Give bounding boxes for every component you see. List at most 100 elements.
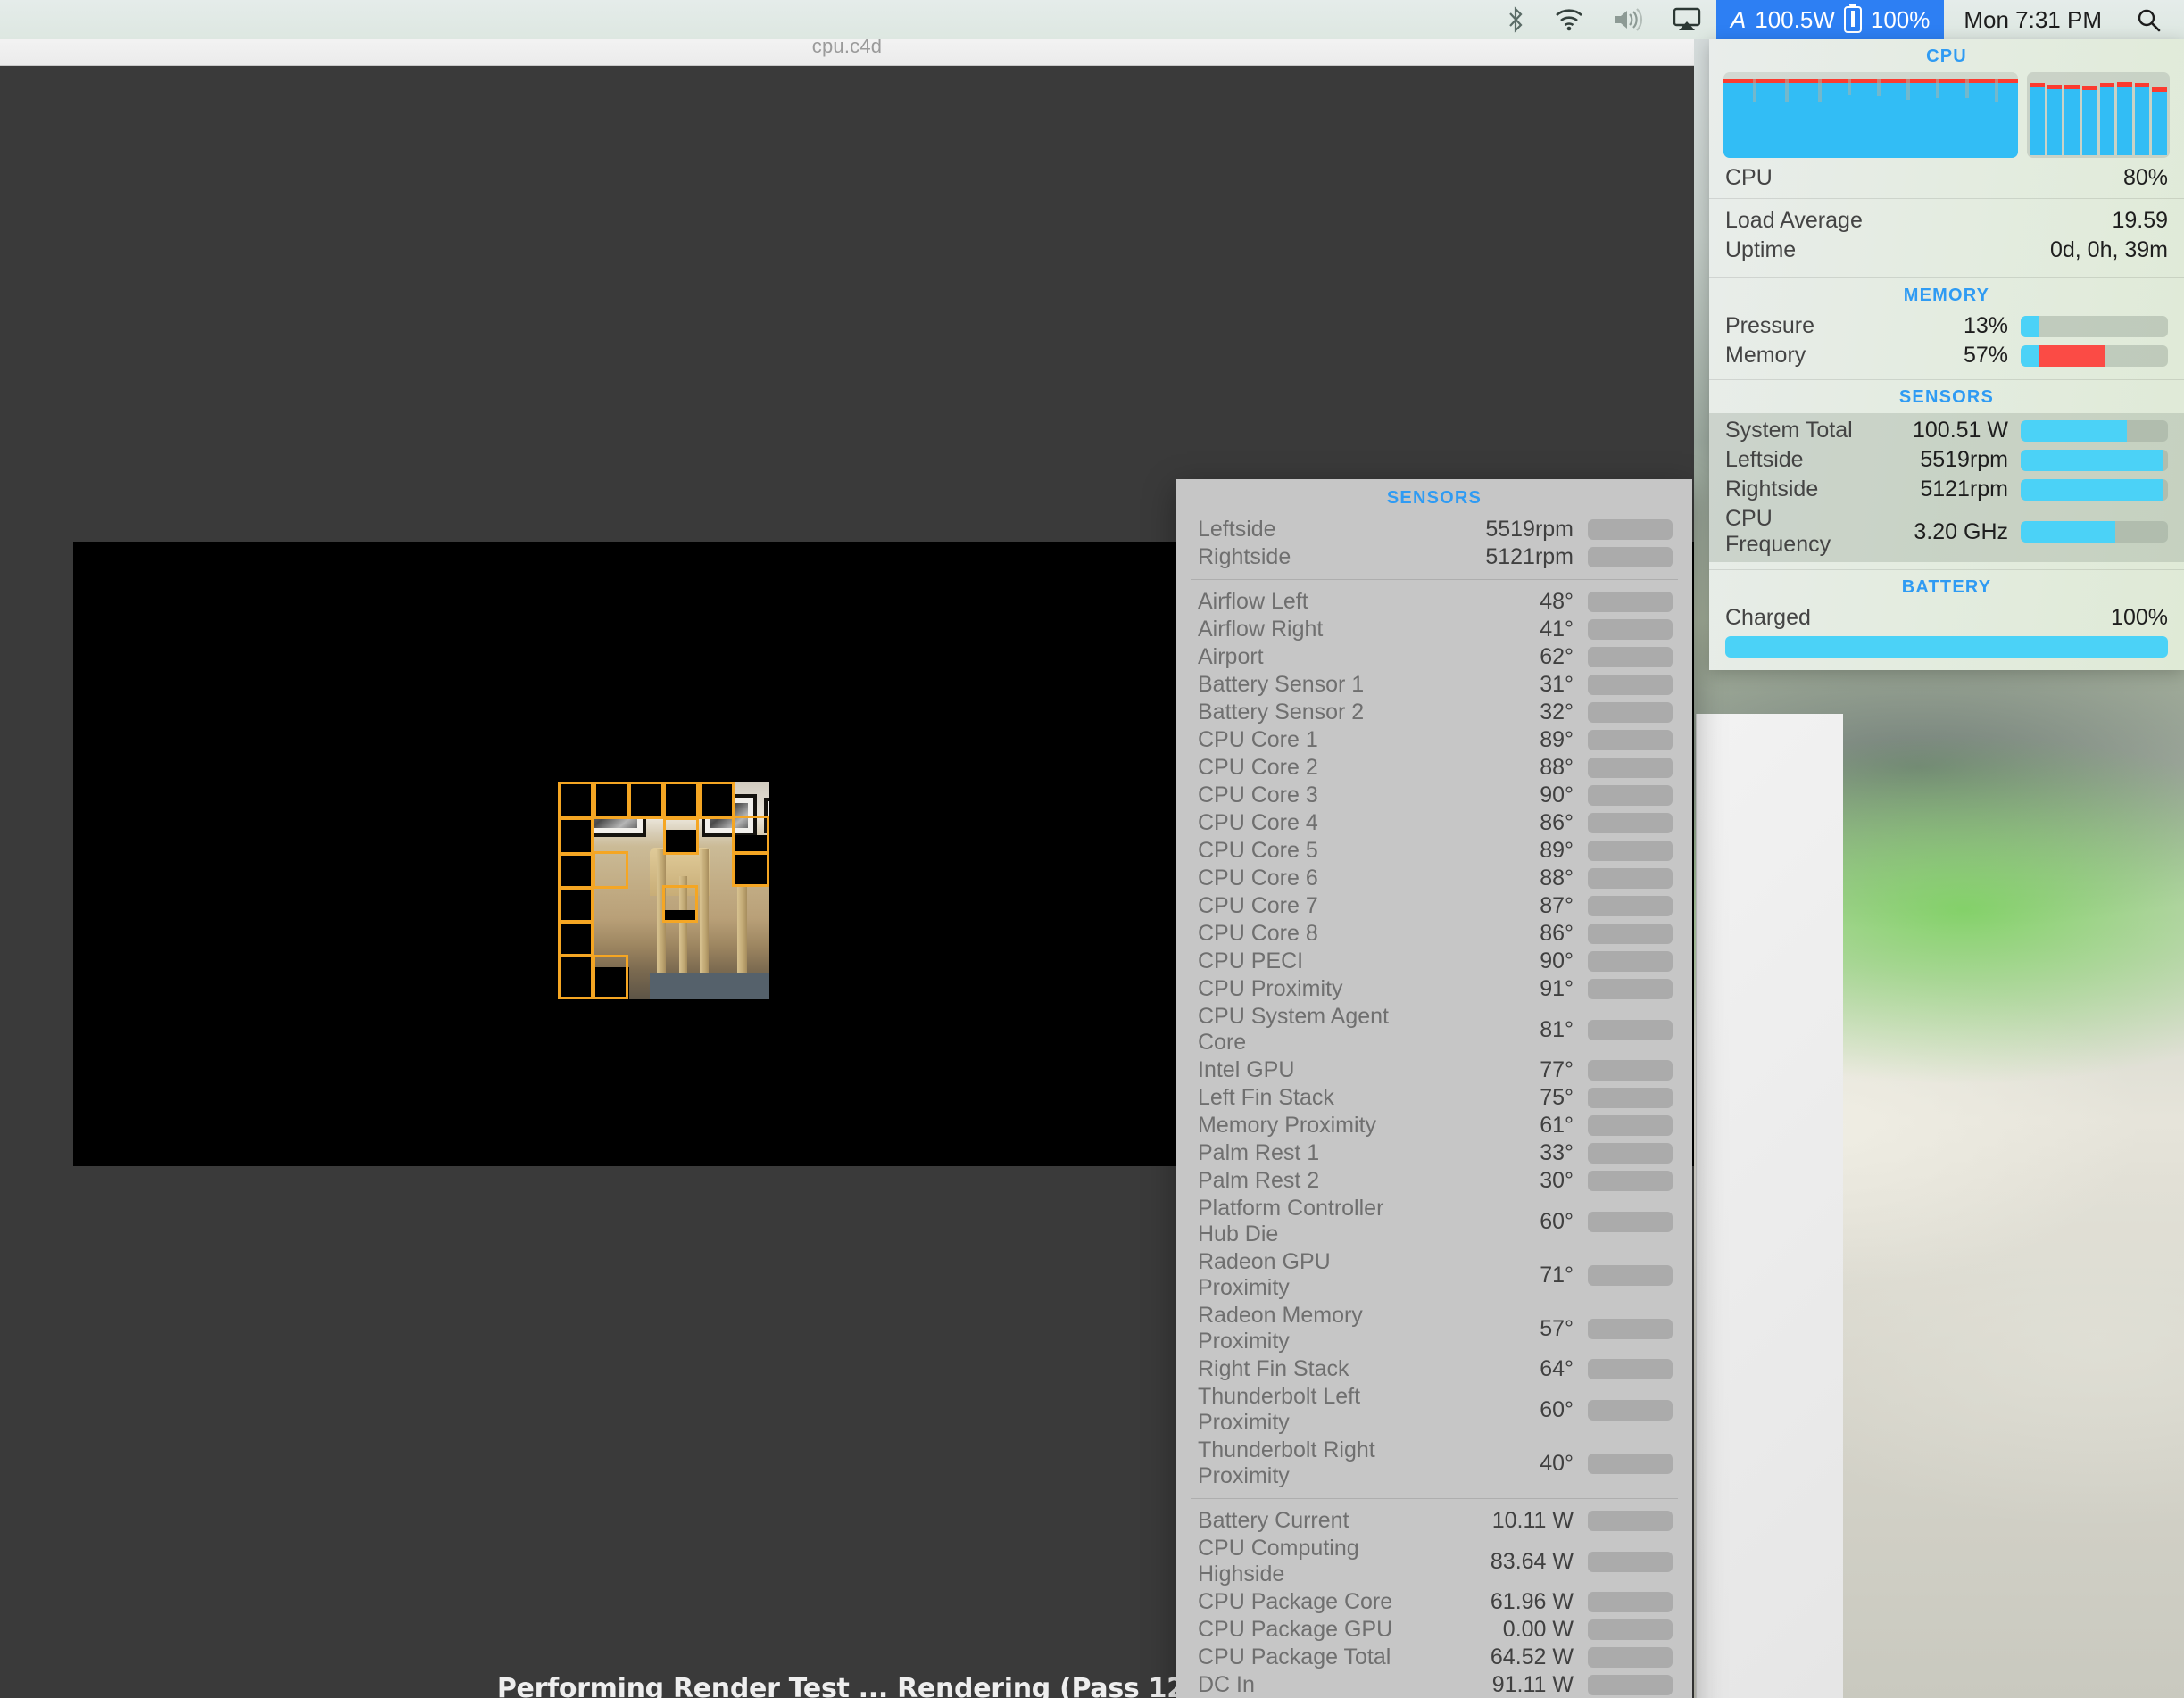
cpu-usage-row: CPU 80%: [1709, 163, 2184, 193]
sensor-label: CPU Package GPU: [1198, 1617, 1400, 1643]
power-row[interactable]: CPU Computing Highside83.64 W: [1176, 1535, 1692, 1588]
sensor-label: CPU Core 2: [1198, 755, 1400, 781]
load-average-value: 19.59: [2112, 208, 2168, 234]
sensor-value: 91°: [1400, 976, 1588, 1002]
temperature-row[interactable]: Right Fin Stack64°: [1176, 1355, 1692, 1383]
dropdown-sensors-block[interactable]: System Total 100.51 W Leftside 5519rpm R…: [1709, 413, 2184, 562]
sensor-bar: [1588, 1619, 1673, 1640]
sensor-value: 0.00 W: [1400, 1617, 1588, 1643]
temperature-row[interactable]: CPU Proximity91°: [1176, 975, 1692, 1003]
dropdown-sensor-row[interactable]: System Total 100.51 W: [1709, 416, 2184, 445]
istat-menubar-extra[interactable]: A 100.5W 100%: [1716, 0, 1944, 39]
istat-sensors-window[interactable]: SENSORS Leftside5519rpmRightside5121rpm …: [1176, 479, 1692, 1698]
bluetooth-icon[interactable]: [1491, 0, 1540, 39]
render-preview-image: [543, 760, 778, 999]
sensor-label: CPU Package Total: [1198, 1644, 1400, 1670]
scene-floor-shadow: [650, 973, 775, 999]
temperature-row[interactable]: Radeon GPU Proximity71°: [1176, 1248, 1692, 1302]
temperature-row[interactable]: CPU Core 486°: [1176, 809, 1692, 837]
render-bucket: [663, 817, 699, 855]
memory-pressure-label: Pressure: [1725, 313, 1860, 339]
temperature-row[interactable]: CPU PECI90°: [1176, 948, 1692, 975]
temperature-row[interactable]: Platform Controller Hub Die60°: [1176, 1195, 1692, 1248]
power-row[interactable]: Battery Current10.11 W: [1176, 1507, 1692, 1535]
temperature-row[interactable]: Battery Sensor 232°: [1176, 699, 1692, 726]
temperature-row[interactable]: Battery Sensor 131°: [1176, 671, 1692, 699]
dropdown-sensor-row[interactable]: Rightside 5121rpm: [1709, 475, 2184, 504]
temperature-row[interactable]: Intel GPU77°: [1176, 1056, 1692, 1084]
sensor-value: 5519rpm: [1400, 517, 1588, 543]
temperature-row[interactable]: CPU Core 688°: [1176, 865, 1692, 892]
sensor-bar: [1588, 1359, 1673, 1379]
dropdown-sensor-row[interactable]: Leftside 5519rpm: [1709, 445, 2184, 475]
wifi-icon[interactable]: [1540, 0, 1599, 39]
temperature-rows: Airflow Left48°Airflow Right41°Airport62…: [1176, 588, 1692, 1490]
sensor-bar: [1588, 841, 1673, 861]
sensor-label: CPU Core 5: [1198, 838, 1400, 864]
sensor-label: Platform Controller Hub Die: [1198, 1196, 1400, 1247]
render-bucket: [699, 782, 735, 819]
temperature-row[interactable]: Airflow Left48°: [1176, 588, 1692, 616]
memory-pressure-bar: [2021, 316, 2168, 337]
sensor-label: CPU System Agent Core: [1198, 1004, 1400, 1056]
sensor-bar: [1588, 619, 1673, 640]
menubar-clock[interactable]: Mon 7:31 PM: [1944, 6, 2122, 34]
render-bucket: [593, 851, 628, 889]
temperature-row[interactable]: Palm Rest 133°: [1176, 1139, 1692, 1167]
sensor-bar: [2021, 479, 2168, 501]
temperature-row[interactable]: Thunderbolt Left Proximity60°: [1176, 1383, 1692, 1437]
sensor-value: 30°: [1400, 1168, 1588, 1194]
sensor-value: 77°: [1400, 1057, 1588, 1083]
sensors-section-heading: SENSORS: [1709, 380, 2184, 413]
temperature-row[interactable]: CPU Core 189°: [1176, 726, 1692, 754]
power-row[interactable]: CPU Package GPU0.00 W: [1176, 1616, 1692, 1644]
fan-row[interactable]: Rightside5121rpm: [1176, 543, 1692, 571]
sensor-label: DC In: [1198, 1672, 1400, 1698]
sensor-bar: [1588, 1552, 1673, 1572]
cpu-usage-label: CPU: [1725, 165, 2123, 191]
temperature-row[interactable]: Thunderbolt Right Proximity40°: [1176, 1437, 1692, 1490]
sensor-value: 81°: [1400, 1017, 1588, 1043]
sensor-label: CPU Frequency: [1725, 506, 1860, 558]
power-row[interactable]: DC In91.11 W: [1176, 1671, 1692, 1698]
power-row[interactable]: CPU Package Total64.52 W: [1176, 1644, 1692, 1671]
search-icon[interactable]: [2122, 0, 2184, 39]
volume-icon[interactable]: [1599, 0, 1657, 39]
temperature-row[interactable]: CPU Core 886°: [1176, 920, 1692, 948]
sensor-label: CPU Core 6: [1198, 866, 1400, 891]
sensor-value: 88°: [1400, 866, 1588, 891]
temperature-row[interactable]: Palm Rest 230°: [1176, 1167, 1692, 1195]
sensor-label: Rightside: [1198, 544, 1400, 570]
temperature-row[interactable]: Left Fin Stack75°: [1176, 1084, 1692, 1112]
sensor-label: Leftside: [1198, 517, 1400, 543]
temperature-row[interactable]: CPU Core 589°: [1176, 837, 1692, 865]
sensor-value: 89°: [1400, 838, 1588, 864]
temperature-row[interactable]: CPU Core 288°: [1176, 754, 1692, 782]
temperature-row[interactable]: Radeon Memory Proximity57°: [1176, 1302, 1692, 1355]
temperature-row[interactable]: Airflow Right41°: [1176, 616, 1692, 643]
sensors-window-heading: SENSORS: [1176, 479, 1692, 516]
sensor-value: 57°: [1400, 1316, 1588, 1342]
render-bucket: [558, 955, 594, 999]
sensor-label: Left Fin Stack: [1198, 1085, 1400, 1111]
temperature-row[interactable]: Memory Proximity61°: [1176, 1112, 1692, 1139]
power-rows: Battery Current10.11 WCPU Computing High…: [1176, 1507, 1692, 1698]
memory-usage-label: Memory: [1725, 343, 1860, 369]
sensor-value: 3.20 GHz: [1860, 519, 2021, 545]
sensor-value: 41°: [1400, 617, 1588, 642]
sensor-label: Battery Current: [1198, 1508, 1400, 1534]
sensor-value: 5121rpm: [1860, 476, 2021, 502]
divider: [1191, 1498, 1678, 1499]
sensor-label: CPU Core 1: [1198, 727, 1400, 753]
temperature-row[interactable]: CPU System Agent Core81°: [1176, 1003, 1692, 1056]
airplay-icon[interactable]: [1657, 0, 1716, 39]
power-row[interactable]: CPU Package Core61.96 W: [1176, 1588, 1692, 1616]
dropdown-sensor-row[interactable]: CPU Frequency 3.20 GHz: [1709, 504, 2184, 559]
sensor-bar: [1588, 1400, 1673, 1421]
temperature-row[interactable]: CPU Core 787°: [1176, 892, 1692, 920]
fan-row[interactable]: Leftside5519rpm: [1176, 516, 1692, 543]
istat-menus-dropdown[interactable]: CPU CPU 80% Load Ave: [1709, 39, 2184, 670]
memory-usage-value: 57%: [1860, 343, 2021, 369]
temperature-row[interactable]: Airport62°: [1176, 643, 1692, 671]
temperature-row[interactable]: CPU Core 390°: [1176, 782, 1692, 809]
